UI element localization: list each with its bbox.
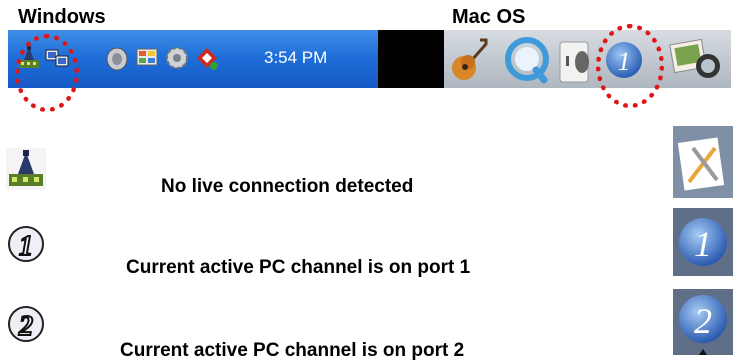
speaker-icon[interactable] <box>104 44 130 72</box>
mac-dock: 1 <box>444 30 731 88</box>
channel-1-legend-icon: 1 <box>673 208 733 281</box>
app-placeholder-icon <box>673 126 733 203</box>
switch-icon <box>6 148 46 195</box>
port-2-number: 2 <box>18 311 33 342</box>
clock[interactable]: 3:54 PM <box>264 48 327 68</box>
divider <box>378 30 444 88</box>
channel-1-number: 1 <box>694 224 712 264</box>
program-tray-icon[interactable] <box>194 44 220 72</box>
channel-2-number: 2 <box>694 301 712 341</box>
network-tray-icon[interactable] <box>134 44 160 72</box>
settings-tray-icon[interactable] <box>164 44 190 72</box>
port-2-icon: 2 <box>6 304 46 349</box>
preview-icon[interactable] <box>666 34 726 89</box>
port-2-text: Current active PC channel is on port 2 <box>120 340 465 361</box>
quicktime-icon[interactable] <box>504 34 550 89</box>
port-1-text: Current active PC channel is on port 1 <box>126 257 471 278</box>
guitar-app-icon[interactable] <box>448 36 492 89</box>
mac-heading: Mac OS <box>452 6 526 28</box>
port-1-icon: 1 <box>6 224 46 269</box>
mac-icon-highlight <box>596 24 664 108</box>
port-1-number: 1 <box>19 231 33 262</box>
no-connection-text: No live connection detected <box>161 176 414 197</box>
windows-icon-highlight <box>15 34 79 112</box>
windows-heading: Windows <box>18 6 106 28</box>
channel-2-icon: 2 <box>673 289 733 360</box>
switch-device-icon[interactable] <box>556 40 594 89</box>
